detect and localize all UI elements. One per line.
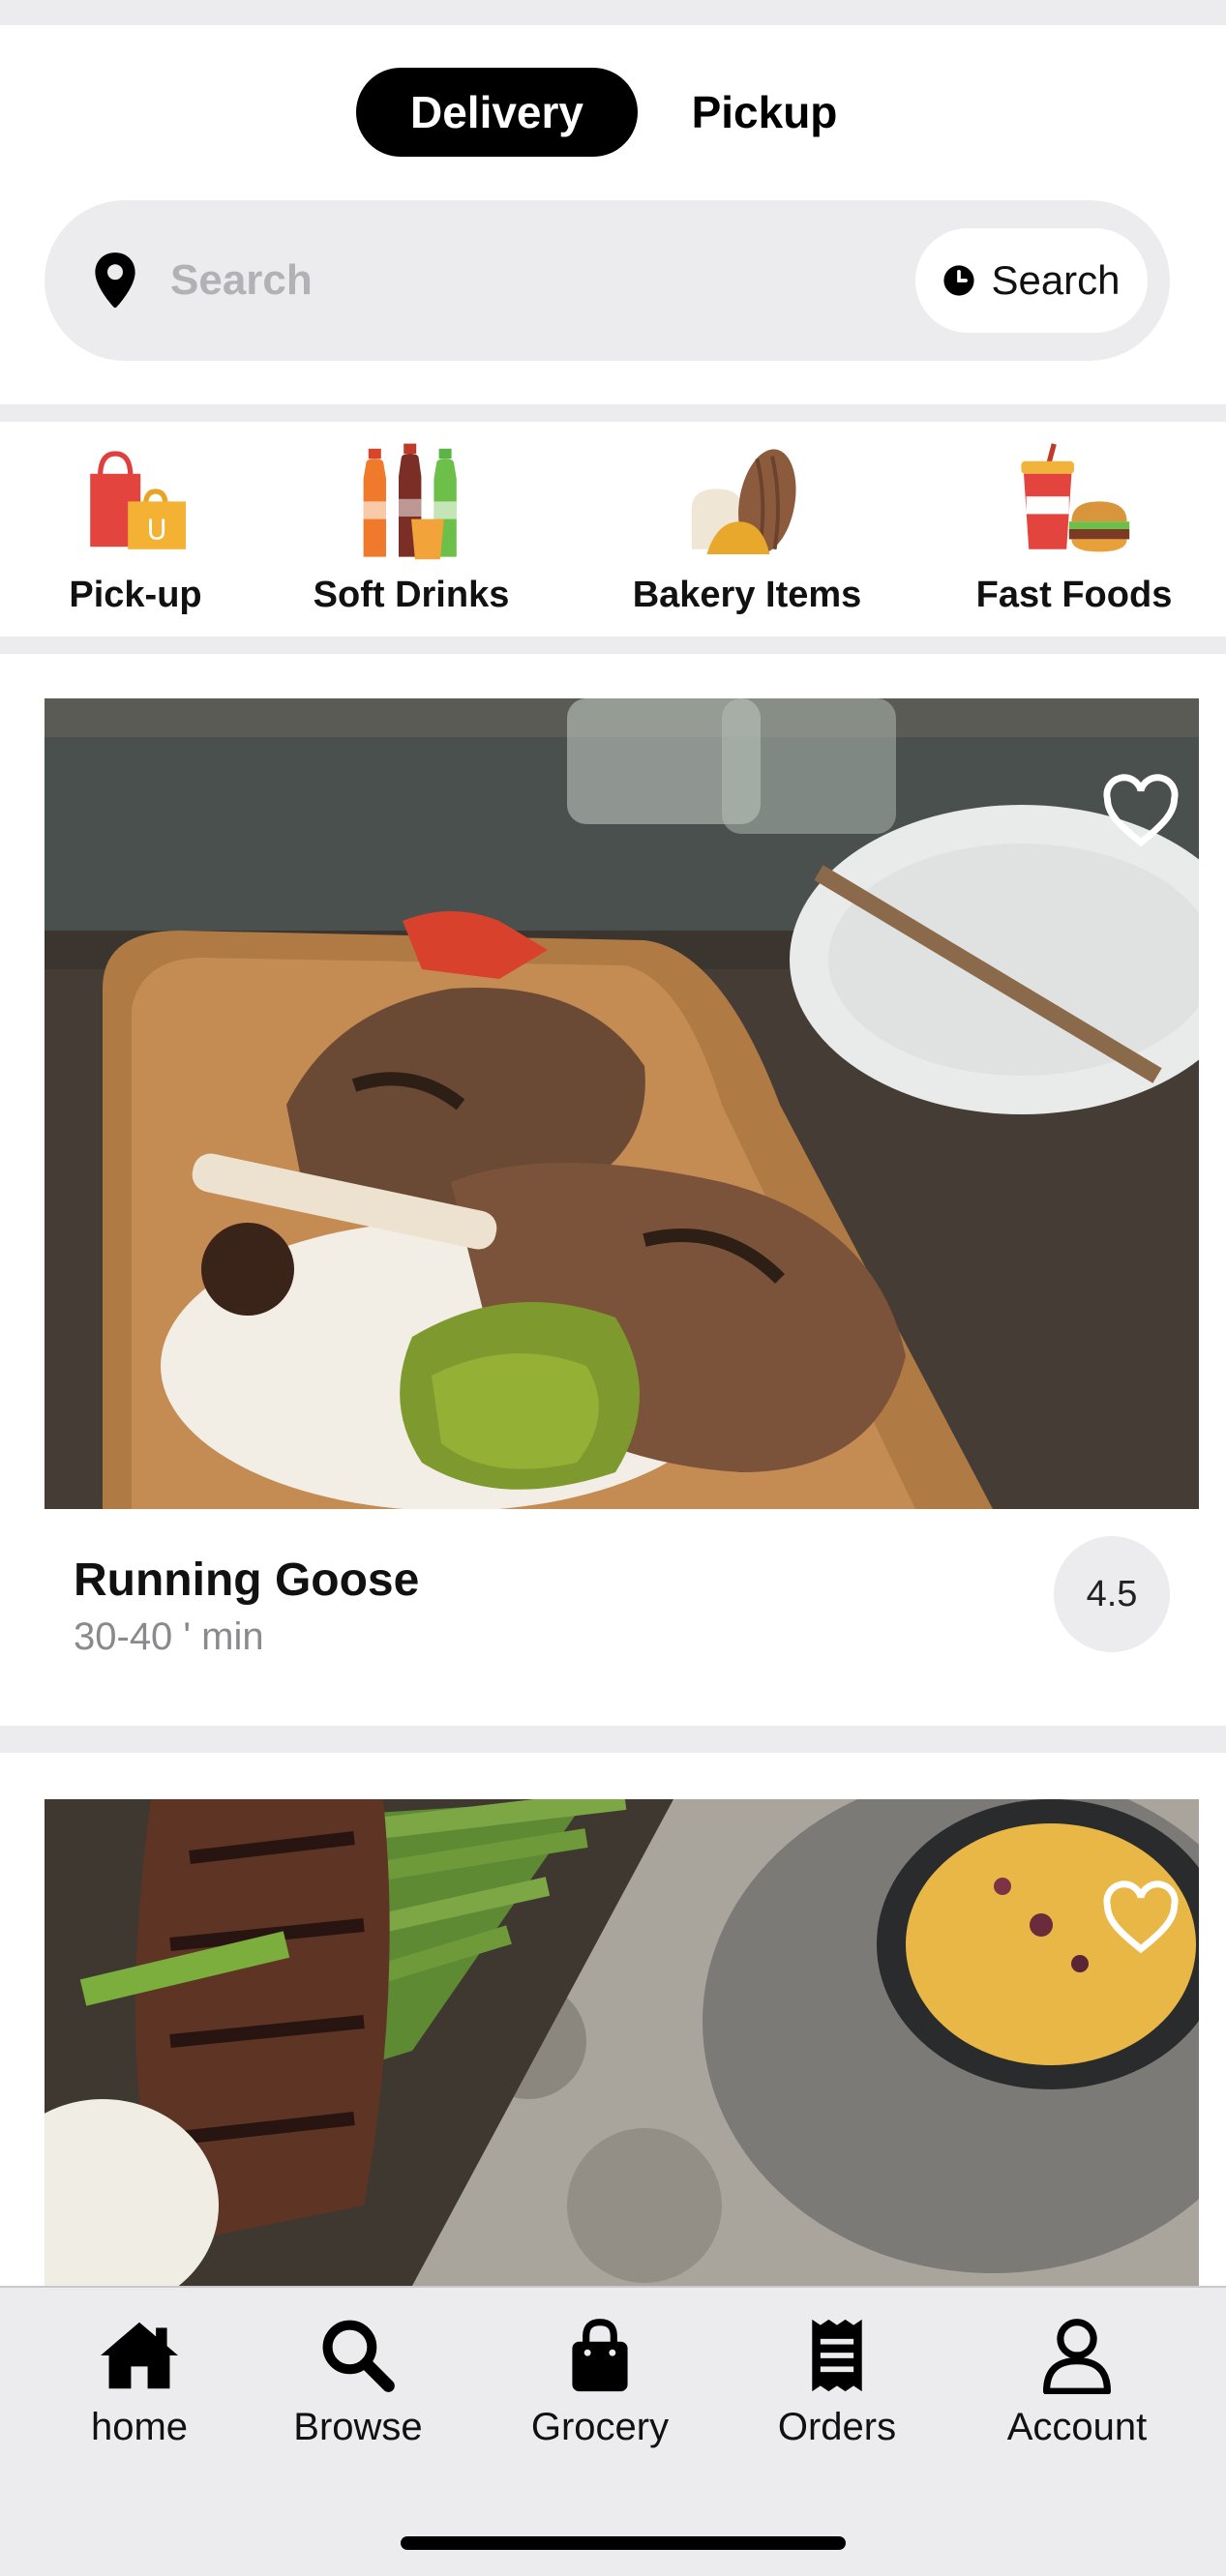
tab-account[interactable]: Account bbox=[985, 2317, 1169, 2449]
shopping-bag-icon bbox=[572, 2319, 628, 2392]
clock-icon bbox=[943, 265, 975, 296]
steak-asparagus-soup-photo bbox=[45, 1799, 1199, 2286]
section-divider bbox=[0, 1726, 1226, 1753]
delivery-time: 30-40 ' min bbox=[74, 1615, 264, 1658]
category-label: Fast Foods bbox=[975, 575, 1173, 615]
bread-icon bbox=[691, 449, 796, 554]
category-label: Pick-up bbox=[69, 575, 202, 615]
tab-orders[interactable]: Orders bbox=[760, 2317, 914, 2449]
soda-bottles-icon bbox=[363, 443, 457, 560]
app-screen: Delivery Pickup Search U Pick-up bbox=[0, 0, 1226, 2576]
pickup-mode-button[interactable]: Pickup bbox=[668, 68, 861, 157]
category-fast-foods[interactable]: Fast Foods bbox=[958, 422, 1190, 637]
tab-label: home bbox=[90, 2406, 189, 2448]
tab-label: Orders bbox=[777, 2406, 897, 2448]
search-input[interactable] bbox=[170, 242, 848, 319]
status-strip bbox=[0, 0, 1226, 25]
category-soft-drinks[interactable]: Soft Drinks bbox=[290, 422, 532, 637]
mode-toggle: Delivery Pickup bbox=[0, 68, 1226, 157]
fast-food-icon bbox=[1021, 443, 1130, 552]
tab-label: Account bbox=[1006, 2406, 1148, 2448]
restaurant-name[interactable]: Running Goose bbox=[74, 1554, 419, 1607]
restaurant-photo[interactable] bbox=[45, 698, 1199, 1509]
search-bar: Search bbox=[45, 200, 1170, 361]
heart-outline-icon[interactable] bbox=[1099, 774, 1182, 847]
tab-home[interactable]: home bbox=[62, 2317, 217, 2449]
restaurant-photo[interactable] bbox=[45, 1799, 1199, 2286]
map-pin-icon[interactable] bbox=[83, 249, 147, 312]
tab-browse[interactable]: Browse bbox=[281, 2317, 435, 2449]
receipt-icon bbox=[812, 2319, 862, 2392]
category-label: Bakery Items bbox=[632, 575, 862, 615]
tab-label: Browse bbox=[293, 2406, 423, 2448]
delivery-mode-button[interactable]: Delivery bbox=[356, 68, 638, 157]
house-icon bbox=[101, 2322, 178, 2389]
shopping-bags-icon: U bbox=[90, 451, 186, 549]
rating-badge: 4.5 bbox=[1054, 1536, 1170, 1652]
magnifier-icon bbox=[322, 2320, 395, 2392]
tab-label: Grocery bbox=[530, 2406, 670, 2448]
category-bakery-items[interactable]: Bakery Items bbox=[602, 422, 892, 637]
person-icon bbox=[1043, 2319, 1111, 2394]
category-pickup[interactable]: U Pick-up bbox=[39, 422, 232, 637]
section-divider bbox=[0, 404, 1226, 422]
svg-text:U: U bbox=[147, 513, 167, 546]
grilled-lamb-chops-photo bbox=[45, 698, 1199, 1509]
schedule-label: Search bbox=[991, 257, 1121, 303]
section-divider bbox=[0, 637, 1226, 654]
home-indicator bbox=[401, 2536, 846, 2550]
category-label: Soft Drinks bbox=[313, 575, 510, 615]
tab-grocery[interactable]: Grocery bbox=[513, 2317, 687, 2449]
bottom-tab-bar: home Browse Grocery Orders Account bbox=[0, 2286, 1226, 2576]
category-row: U Pick-up Soft Drinks Bakery Items Fast … bbox=[0, 422, 1226, 637]
heart-outline-icon[interactable] bbox=[1099, 1880, 1182, 1954]
schedule-button[interactable]: Search bbox=[915, 228, 1148, 333]
